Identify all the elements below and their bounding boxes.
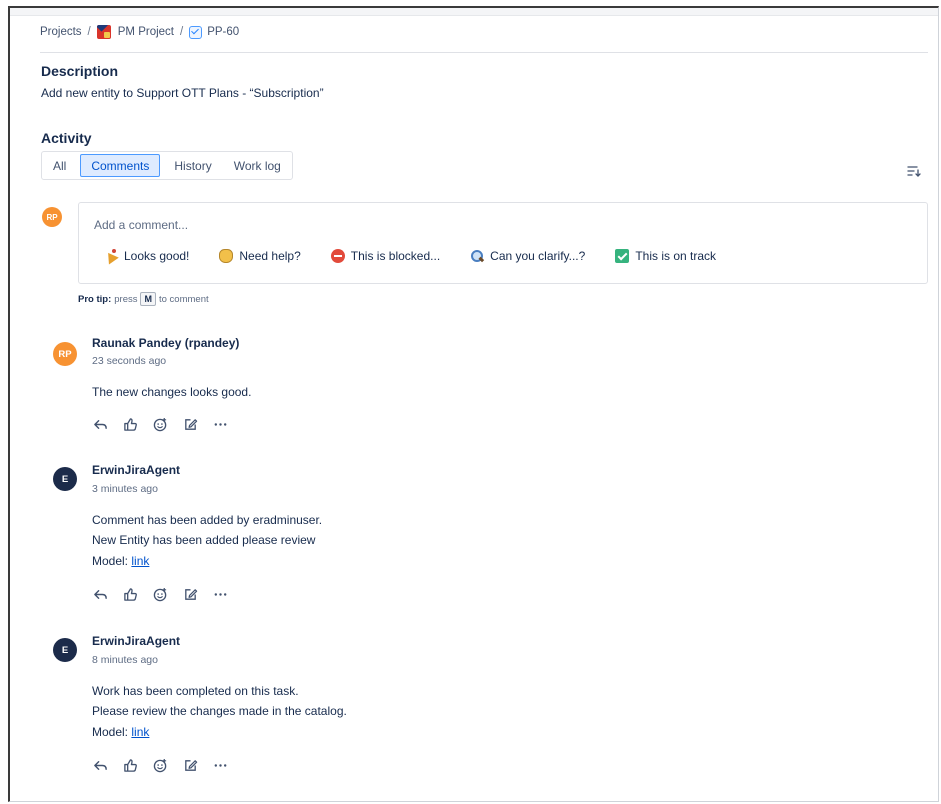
thumbs-up-icon[interactable] [122,586,138,602]
quick-reply-looks-good[interactable]: Looks good! [104,249,189,263]
reply-icon[interactable] [92,416,108,432]
description-heading: Description [41,63,119,79]
quick-reply-on-track[interactable]: This is on track [615,249,716,263]
comment-body-line: New Entity has been added please review [92,533,316,547]
comment-author[interactable]: ErwinJiraAgent [92,634,180,648]
comment-body-line: Please review the changes made in the ca… [92,704,347,718]
comment-body-line: Work has been completed on this task. [92,684,299,698]
breadcrumb-separator: / [180,26,184,38]
quick-reply-label: Looks good! [124,249,190,263]
sort-order-icon[interactable] [907,164,921,178]
reply-icon[interactable] [92,586,108,602]
comment-timestamp[interactable]: 23 seconds ago [92,355,166,367]
project-avatar-icon [96,25,111,39]
add-reaction-icon[interactable] [152,586,168,602]
thumbs-up-icon[interactable] [122,757,138,773]
quick-reply-label: This is on track [635,249,717,263]
no-entry-icon [330,249,345,263]
comment-input[interactable]: Add a comment... [94,218,188,232]
task-type-icon [189,25,203,39]
pro-tip-suffix: to comment [158,293,209,305]
comment-actions [92,586,242,602]
breadcrumb-separator: / [87,26,91,38]
more-options-icon[interactable] [212,416,228,432]
avatar[interactable]: E [53,467,77,491]
pro-tip-press: press [114,293,138,305]
avatar[interactable]: E [53,638,77,662]
add-reaction-icon[interactable] [152,416,168,432]
edit-icon[interactable] [182,757,198,773]
add-reaction-icon[interactable] [152,757,168,773]
magnifying-glass-icon [470,249,484,263]
comment-actions [92,757,242,773]
model-label: Model: [92,725,129,739]
tab-all[interactable]: All [42,152,77,179]
quick-reply-need-help[interactable]: Need help? [219,249,301,263]
tab-history[interactable]: History [163,152,222,179]
comment-author[interactable]: ErwinJiraAgent [92,463,180,477]
quick-reply-label: This is blocked... [350,249,441,263]
breadcrumb-project[interactable]: PM Project [118,26,174,38]
reply-icon[interactable] [92,757,108,773]
quick-reply-label: Need help? [239,249,301,263]
model-link[interactable]: link [131,725,149,739]
model-label: Model: [92,554,129,568]
pro-tip-label: Pro tip: [78,293,112,305]
comment-actions [92,416,242,432]
keyboard-key: M [140,292,156,306]
tab-work-log[interactable]: Work log [223,152,292,179]
waving-hand-icon [219,249,234,263]
breadcrumb: Projects / PM Project / PP-60 [40,24,239,40]
quick-reply-label: Can you clarify...? [490,249,586,263]
comment-author[interactable]: Raunak Pandey (rpandey) [92,336,239,350]
comment-model-line: Model: link [92,725,149,739]
check-mark-icon [615,249,630,263]
edit-icon[interactable] [182,586,198,602]
more-options-icon[interactable] [212,586,228,602]
model-link[interactable]: link [131,554,149,568]
more-options-icon[interactable] [212,757,228,773]
quick-replies: Looks good! Need help? This is blocked..… [104,249,746,263]
comment-timestamp[interactable]: 8 minutes ago [92,654,158,666]
current-user-avatar: RP [42,207,62,227]
edit-icon[interactable] [182,416,198,432]
activity-tabs: All Comments History Work log [41,151,293,180]
thumbs-up-icon[interactable] [122,416,138,432]
top-strip [10,8,938,16]
pro-tip: Pro tip: press M to comment [78,292,209,306]
quick-reply-clarify[interactable]: Can you clarify...? [470,249,585,263]
breadcrumb-projects[interactable]: Projects [40,26,82,38]
comment-body-line: The new changes looks good. [92,385,252,399]
divider [40,52,928,53]
comment-timestamp[interactable]: 3 minutes ago [92,483,158,495]
avatar[interactable]: RP [53,342,77,366]
issue-view-panel: Projects / PM Project / PP-60 Descriptio… [8,6,939,802]
comment-editor[interactable]: Add a comment... Looks good! Need help? … [78,202,928,284]
breadcrumb-issue-key[interactable]: PP-60 [207,26,239,38]
description-text[interactable]: Add new entity to Support OTT Plans - “S… [41,86,324,100]
party-popper-icon [104,249,118,263]
tab-comments[interactable]: Comments [80,154,161,177]
comment-model-line: Model: link [92,554,149,568]
activity-heading: Activity [41,130,92,146]
quick-reply-blocked[interactable]: This is blocked... [330,249,441,263]
comment-body-line: Comment has been added by eradminuser. [92,513,323,527]
